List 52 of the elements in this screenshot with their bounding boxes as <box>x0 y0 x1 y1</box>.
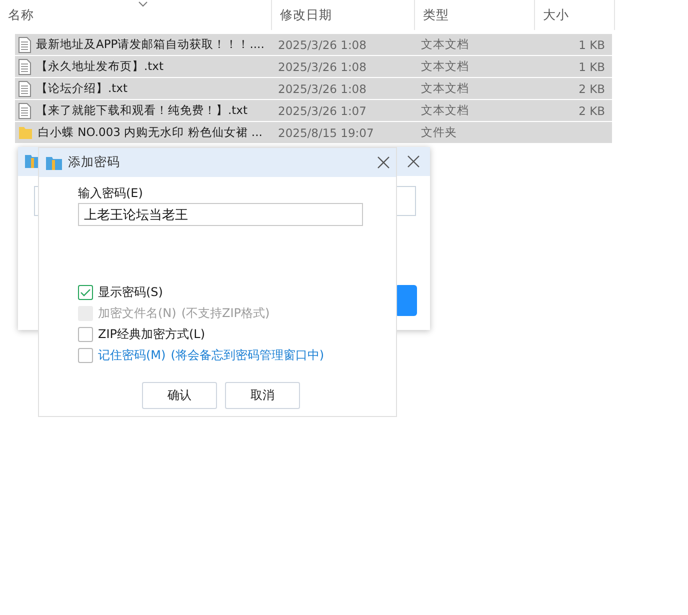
close-icon[interactable] <box>377 156 390 169</box>
file-size: 2 KB <box>578 82 605 96</box>
file-name: 【来了就能下载和观看！纯免费！】.txt <box>36 103 248 118</box>
confirm-button[interactable]: 确认 <box>142 382 217 409</box>
column-header[interactable]: 类型 <box>415 0 535 30</box>
option-note: (不支持ZIP格式) <box>181 305 270 322</box>
file-row[interactable]: 【论坛介绍】.txt 2025/3/26 1:08 文本文档 2 KB <box>15 78 612 100</box>
file-date: 2025/3/26 1:07 <box>277 104 368 118</box>
option-link[interactable]: 记住密码(M) <box>98 347 166 364</box>
action-button[interactable] <box>395 285 417 316</box>
dialog-title: 添加密码 <box>68 154 121 171</box>
file-size: 1 KB <box>578 60 605 74</box>
file-row[interactable]: 【来了就能下载和观看！纯免费！】.txt 2025/3/26 1:07 文本文档 2 KB <box>15 100 612 122</box>
file-row[interactable]: 最新地址及APP请发邮箱自动获取！！！.... 2025/3/26 1:08 文本文档 1 KB <box>15 34 612 56</box>
option-label: 显示密码(S) <box>98 284 163 301</box>
document-icon <box>18 80 31 96</box>
document-icon <box>18 58 31 74</box>
column-header[interactable]: 名称 <box>0 0 272 30</box>
close-icon[interactable] <box>407 155 420 168</box>
file-size: 1 KB <box>578 38 605 52</box>
option-label: ZIP经典加密方式(L) <box>98 326 206 343</box>
file-date: 2025/8/15 19:07 <box>277 126 375 140</box>
password-label: 输入密码(E) <box>78 185 144 202</box>
archive-icon <box>46 156 62 170</box>
checkbox[interactable] <box>78 285 93 300</box>
file-date: 2025/3/26 1:08 <box>277 38 368 52</box>
file-name: 白小蝶 NO.003 内购无水印 粉色仙女裙 ... <box>38 125 262 140</box>
file-type: 文件夹 <box>420 125 458 140</box>
cancel-button[interactable]: 取消 <box>225 382 300 409</box>
sort-caret-icon <box>138 1 148 7</box>
column-header[interactable]: 大小 <box>535 0 615 30</box>
file-row[interactable]: 【永久地址发布页】.txt 2025/3/26 1:08 文本文档 1 KB <box>15 56 612 78</box>
document-icon <box>18 36 31 52</box>
option-note: (将会备忘到密码管理窗口中) <box>170 347 324 364</box>
file-name: 【永久地址发布页】.txt <box>36 59 164 74</box>
file-date: 2025/3/26 1:08 <box>277 60 368 74</box>
column-header[interactable]: 修改日期 <box>272 0 415 30</box>
file-type: 文本文档 <box>420 81 470 96</box>
file-date: 2025/3/26 1:08 <box>277 82 368 96</box>
option-label: 加密文件名(N) <box>98 305 176 322</box>
file-size: 2 KB <box>578 104 605 118</box>
folder-icon <box>18 125 33 140</box>
document-icon <box>18 102 31 118</box>
checkbox[interactable] <box>78 348 93 363</box>
file-type: 文本文档 <box>420 59 470 74</box>
file-type: 文本文档 <box>420 103 470 118</box>
checkbox[interactable] <box>78 327 93 342</box>
file-type: 文本文档 <box>420 37 470 52</box>
file-name: 最新地址及APP请发邮箱自动获取！！！.... <box>36 37 264 52</box>
password-field[interactable]: 上老王论坛当老王 <box>78 203 363 226</box>
file-name: 【论坛介绍】.txt <box>36 81 128 96</box>
file-row[interactable]: 白小蝶 NO.003 内购无水印 粉色仙女裙 ... 2025/8/15 19:07 文件夹 <box>15 122 612 144</box>
